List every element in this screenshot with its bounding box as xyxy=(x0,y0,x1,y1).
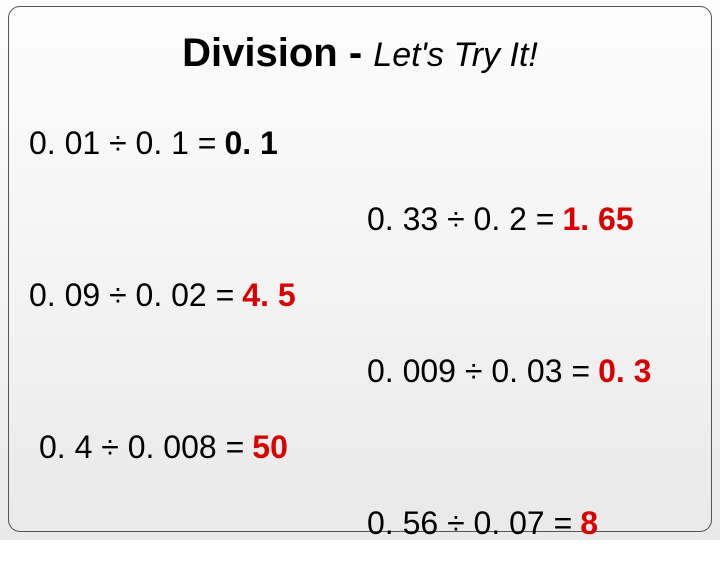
slide-frame: Division - Let's Try It! 0. 01 ÷ 0. 1 = … xyxy=(8,6,712,532)
empty-l2b xyxy=(29,334,351,410)
expr-r1: 0. 33 ÷ 0. 2 = xyxy=(367,202,554,237)
slide: Division - Let's Try It! 0. 01 ÷ 0. 1 = … xyxy=(0,0,720,540)
expr-l3: 0. 4 ÷ 0. 008 = xyxy=(39,430,244,465)
empty-l3b xyxy=(29,486,351,562)
answer-l2: 4. 5 xyxy=(242,278,295,313)
empty-r2b xyxy=(361,410,683,486)
empty-l1b xyxy=(29,182,351,258)
expr-r3: 0. 56 ÷ 0. 07 = xyxy=(367,506,572,541)
answer-r2: 0. 3 xyxy=(598,354,651,389)
empty-r0 xyxy=(361,106,683,182)
equations-grid: 0. 01 ÷ 0. 1 = 0. 1 0. 33 ÷ 0. 2 = 1. 65… xyxy=(29,106,683,562)
answer-r3: 8 xyxy=(580,506,598,541)
equation-l1: 0. 01 ÷ 0. 1 = 0. 1 xyxy=(29,106,351,182)
equation-l2: 0. 09 ÷ 0. 02 = 4. 5 xyxy=(29,258,351,334)
equation-l3: 0. 4 ÷ 0. 008 = 50 xyxy=(29,410,351,486)
title-sub: Let's Try It! xyxy=(373,36,538,74)
equation-r3: 0. 56 ÷ 0. 07 = 8 xyxy=(361,486,683,562)
answer-r1: 1. 65 xyxy=(562,202,633,237)
empty-r1b xyxy=(361,258,683,334)
answer-l1: 0. 1 xyxy=(224,126,277,161)
expr-l2: 0. 09 ÷ 0. 02 = xyxy=(29,278,234,313)
expr-l1: 0. 01 ÷ 0. 1 = xyxy=(29,126,216,161)
title-main: Division - xyxy=(182,31,373,75)
equation-r1: 0. 33 ÷ 0. 2 = 1. 65 xyxy=(361,182,683,258)
expr-r2: 0. 009 ÷ 0. 03 = xyxy=(367,354,590,389)
equation-r2: 0. 009 ÷ 0. 03 = 0. 3 xyxy=(361,334,683,410)
answer-l3: 50 xyxy=(252,430,288,465)
slide-title: Division - Let's Try It! xyxy=(37,31,683,76)
